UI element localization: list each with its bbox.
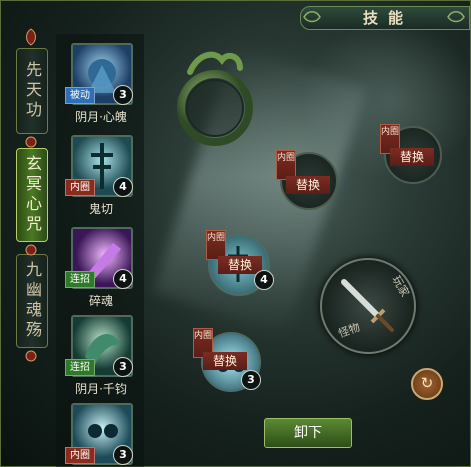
slot-level-badge: 4 [254,270,274,290]
tab-ornament-icon [25,136,37,148]
skill-level-badge: 4 [113,269,133,289]
ring-ornament-icon [177,51,253,146]
skill-level-badge: 3 [113,357,133,377]
weapon-slot[interactable]: 怪物 玩家 [320,258,416,354]
skill-item[interactable]: 内圈 4 鬼切 [58,130,144,222]
tab-jiuyou-hunshang[interactable]: 九幽魂殇 [16,254,48,348]
skill-item[interactable]: 连招 4 碎魂 [58,222,144,314]
skill-level-badge: 3 [113,445,133,465]
skill-level-badge: 4 [113,177,133,197]
panel-title: 技能 [362,9,413,27]
tab-ornament-icon [25,350,37,362]
slot-level-badge: 3 [241,370,261,390]
tab-xiantiangong[interactable]: 先天功 [16,48,48,134]
skill-tag: 内圈 [65,179,95,196]
unload-button[interactable]: 卸下 [264,418,352,448]
tab-label: 九幽魂殇 [23,261,42,341]
skill-slot[interactable]: 内圈 替换 3 [193,328,261,394]
skill-tag: 连招 [65,359,95,376]
skill-tag: 连招 [65,271,95,288]
tab-label: 玄冥心咒 [23,155,42,235]
skill-level-badge: 3 [113,85,133,105]
tab-label: 先天功 [23,61,42,121]
refresh-button[interactable]: ↻ [411,368,443,400]
skill-item[interactable]: 连招 3 阴月·千钧 [58,310,144,402]
tab-xuanming-xinzhou[interactable]: 玄冥心咒 [16,148,48,242]
replace-label: 替换 [390,148,435,166]
skill-item[interactable]: 被动 3 阴月·心魄 [58,38,144,130]
skill-name: 阴月·千钧 [75,382,127,396]
skill-item[interactable]: 内圈 3 [58,398,144,467]
replace-label: 替换 [286,176,331,194]
skill-slot[interactable]: 内圈 替换 4 [206,230,274,296]
skill-slot[interactable]: 内圈 替换 [380,124,442,184]
tab-ornament-icon [25,244,37,256]
skill-name: 碎魂 [88,294,113,308]
skill-tag: 内圈 [65,447,95,464]
tab-ornament-icon [26,28,36,46]
skill-slot[interactable]: 内圈 替换 [276,150,338,210]
skill-panel: 技能 先天功 玄冥心咒 九幽魂殇 被动 3 阴月·心魄 内圈 4 鬼切 连招 4… [0,0,471,467]
replace-label: 替换 [203,352,248,370]
refresh-icon: ↻ [420,374,434,392]
skill-name: 阴月·心魄 [75,110,127,124]
skill-tag: 被动 [65,87,95,104]
skill-name: 鬼切 [88,202,113,216]
replace-label: 替换 [218,256,263,274]
